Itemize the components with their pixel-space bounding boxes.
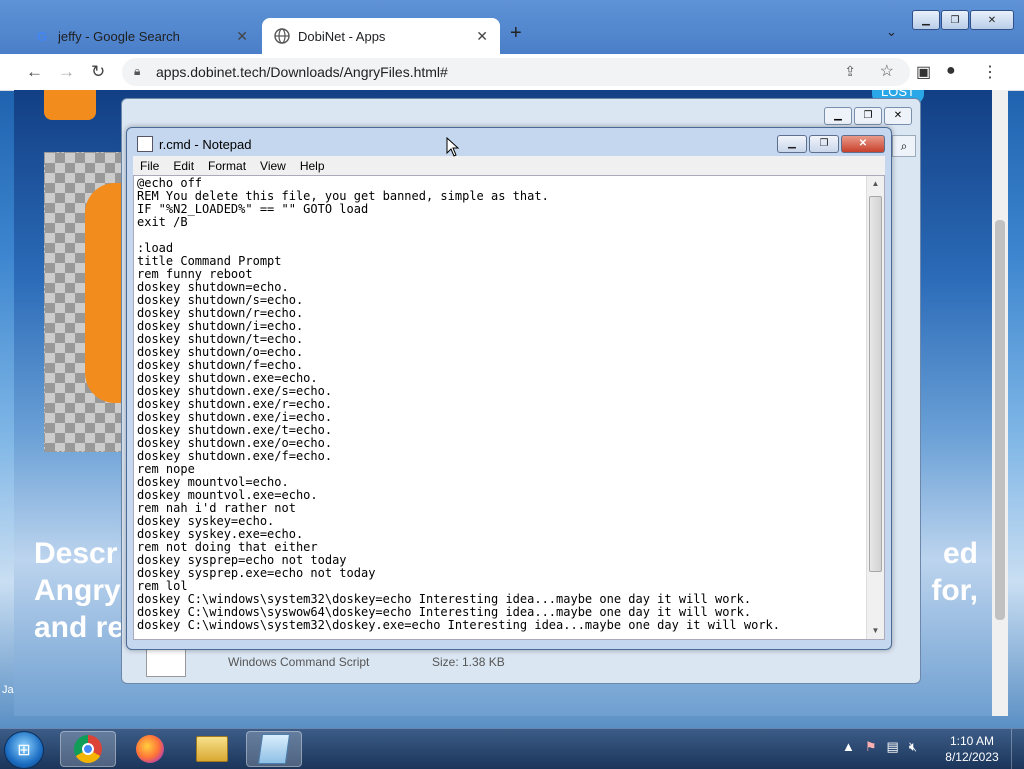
close-icon[interactable]: ✕	[884, 107, 912, 125]
minimize-icon[interactable]: ▁	[824, 107, 852, 125]
show-hidden-icons-icon[interactable]: ▲	[842, 739, 855, 755]
close-tab-icon[interactable]: ✕	[236, 28, 248, 45]
taskbar-notepad[interactable]	[246, 731, 302, 767]
description-line: Descr	[34, 537, 118, 570]
taskbar: ⊞ ▲ ⚑ ▤ 🔇︎ 1:10 AM 8/12/2023	[0, 728, 1024, 769]
reload-icon[interactable]: ↻	[91, 62, 105, 82]
description-line: ed	[942, 537, 978, 570]
notepad-window: r.cmd - Notepad ▁ ❐ ✕ File Edit Format V…	[126, 127, 892, 650]
close-icon[interactable]: ✕	[970, 10, 1014, 30]
avatar	[44, 90, 96, 120]
taskbar-firefox[interactable]	[122, 731, 178, 767]
window-controls: ▁ ❐ ✕	[824, 107, 912, 125]
chevron-down-icon[interactable]: ⌄	[886, 24, 897, 40]
bookmark-star-icon[interactable]: ☆	[880, 61, 894, 81]
file-type: Windows Command Script	[228, 655, 370, 669]
globe-icon	[274, 28, 290, 44]
search-icon[interactable]: ⌕	[892, 135, 916, 157]
share-icon[interactable]: ⇪	[844, 63, 856, 80]
start-button-icon[interactable]: ⊞	[4, 731, 44, 769]
system-tray: ▲ ⚑ ▤ 🔇︎	[842, 739, 917, 755]
maximize-icon[interactable]: ❐	[941, 10, 969, 30]
menu-bar: File Edit Format View Help	[133, 156, 885, 175]
action-center-icon[interactable]: ⚑	[865, 739, 877, 755]
mouse-cursor-icon	[446, 136, 460, 162]
maximize-icon[interactable]: ❐	[809, 135, 839, 153]
scroll-down-icon[interactable]: ▼	[867, 623, 884, 639]
close-tab-icon[interactable]: ✕	[476, 28, 488, 45]
url-text[interactable]: apps.dobinet.tech/Downloads/AngryFiles.h…	[156, 64, 448, 80]
menu-file[interactable]: File	[133, 159, 166, 173]
menu-dots-icon[interactable]: ⋮	[982, 62, 998, 82]
notepad-titlebar: r.cmd - Notepad	[137, 136, 252, 152]
window-controls: ▁ ❐ ✕	[777, 135, 885, 153]
volume-muted-icon[interactable]: 🔇︎	[909, 739, 917, 755]
show-desktop-button[interactable]	[1011, 729, 1024, 769]
page-description: Descr Angry and re	[34, 535, 124, 646]
menu-view[interactable]: View	[253, 159, 293, 173]
script-file-icon	[146, 647, 186, 677]
notepad-icon	[137, 136, 153, 152]
back-arrow-icon[interactable]: ←	[26, 62, 43, 82]
taskbar-chrome[interactable]	[60, 731, 116, 767]
page-description-right: ed for,	[931, 535, 978, 609]
menu-help[interactable]: Help	[293, 159, 332, 173]
taskbar-explorer[interactable]	[184, 731, 240, 767]
network-icon[interactable]: ▤	[887, 739, 899, 755]
folder-icon	[196, 736, 228, 762]
tab-dobinet-apps[interactable]: DobiNet - Apps ✕	[262, 18, 500, 54]
profile-icon[interactable]: ●	[946, 62, 956, 80]
scrollbar-thumb[interactable]	[995, 220, 1005, 620]
side-panel-icon[interactable]: ▣	[916, 62, 931, 82]
window-controls: ▁ ❐ ✕	[912, 10, 1014, 30]
address-bar[interactable]: 🔒︎ apps.dobinet.tech/Downloads/AngryFile…	[122, 58, 910, 86]
tab-title: DobiNet - Apps	[298, 28, 386, 44]
notepad-icon	[257, 734, 291, 764]
browser-titlebar: G jeffy - Google Search ✕ DobiNet - Apps…	[0, 0, 1024, 54]
menu-format[interactable]: Format	[201, 159, 253, 173]
page-scrollbar[interactable]	[992, 90, 1008, 716]
minimize-icon[interactable]: ▁	[777, 135, 807, 153]
new-tab-icon[interactable]: +	[510, 22, 522, 45]
firefox-icon	[136, 735, 164, 763]
tab-title: jeffy - Google Search	[58, 28, 180, 44]
close-icon[interactable]: ✕	[841, 135, 885, 153]
chrome-icon	[74, 735, 102, 763]
tab-google-search[interactable]: G jeffy - Google Search ✕	[22, 18, 260, 54]
minimize-icon[interactable]: ▁	[912, 10, 940, 30]
window-title: r.cmd - Notepad	[159, 136, 252, 152]
description-line: Angry	[34, 574, 121, 607]
clock[interactable]: 1:10 AM 8/12/2023	[940, 733, 1004, 765]
file-info-bar: Windows Command Script Size: 1.38 KB	[146, 647, 906, 677]
editor-content[interactable]: @echo off REM You delete this file, you …	[137, 177, 861, 632]
forward-arrow-icon[interactable]: →	[58, 62, 75, 82]
description-line: and re	[34, 611, 125, 644]
scroll-up-icon[interactable]: ▲	[867, 176, 884, 192]
scrollbar-thumb[interactable]	[869, 196, 882, 572]
description-line: for,	[931, 574, 978, 607]
clock-time: 1:10 AM	[949, 734, 995, 748]
editor-scrollbar[interactable]: ▲ ▼	[866, 176, 884, 639]
lock-icon[interactable]: 🔒︎	[134, 64, 140, 79]
maximize-icon[interactable]: ❐	[854, 107, 882, 125]
text-editor[interactable]: @echo off REM You delete this file, you …	[133, 175, 885, 640]
google-icon: G	[36, 28, 48, 44]
menu-edit[interactable]: Edit	[166, 159, 201, 173]
file-size: Size: 1.38 KB	[432, 655, 505, 669]
clock-date: 8/12/2023	[945, 750, 999, 764]
browser-toolbar: ← → ↻ 🔒︎ apps.dobinet.tech/Downloads/Ang…	[0, 54, 1024, 91]
